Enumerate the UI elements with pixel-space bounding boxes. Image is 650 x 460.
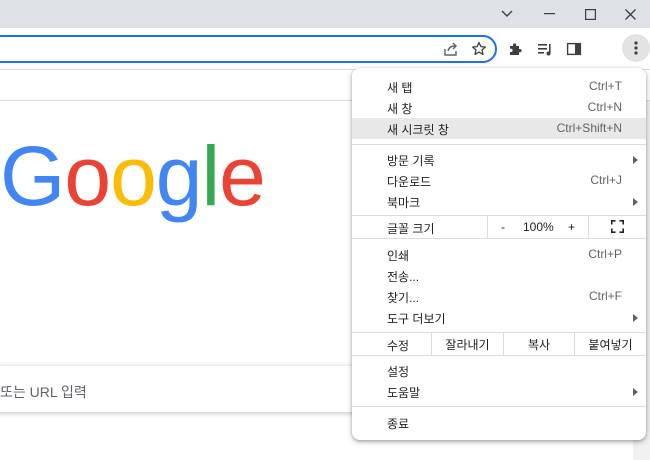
star-icon (472, 41, 486, 56)
menu-item-shortcut: Ctrl+F (589, 289, 622, 303)
menu-item-label: 설정 (387, 365, 410, 379)
menu-separator (352, 238, 646, 239)
zoom-divider (487, 216, 488, 238)
menu-item-label: 새 탭 (387, 81, 413, 95)
side-panel-icon (566, 42, 582, 56)
logo-letter: e (219, 129, 266, 223)
edit-row: 수정 잘라내기 복사 붙여넣기 (352, 333, 646, 355)
menu-item-bookmarks[interactable]: 북마크 (352, 191, 646, 212)
menu-separator (352, 144, 646, 145)
menu-item-label: 도구 더보기 (387, 312, 446, 326)
kebab-icon (634, 41, 638, 55)
logo-letter: o (110, 129, 157, 223)
menu-separator (352, 406, 646, 407)
zoom-value: 100% (523, 220, 554, 234)
menu-item-new-tab[interactable]: 새 탭 Ctrl+T (352, 76, 646, 97)
chevron-down-icon (501, 10, 513, 17)
puzzle-icon (510, 43, 522, 55)
media-queue-icon (538, 44, 551, 56)
chrome-menu: 새 탭 Ctrl+T 새 창 Ctrl+N 새 시크릿 창 Ctrl+Shift… (352, 68, 646, 440)
toolbar (0, 28, 650, 70)
share-icon (444, 42, 457, 56)
menu-item-label: 새 창 (387, 102, 413, 116)
close-button[interactable] (609, 0, 650, 28)
minimize-button[interactable] (528, 0, 570, 28)
menu-item-shortcut: Ctrl+P (588, 247, 622, 261)
menu-item-label: 방문 기록 (387, 154, 435, 168)
logo-letter: g (155, 129, 203, 223)
chrome-menu-button[interactable] (622, 34, 650, 62)
menu-item-new-window[interactable]: 새 창 Ctrl+N (352, 97, 646, 118)
menu-item-find[interactable]: 찾기... Ctrl+F (352, 286, 646, 307)
menu-item-shortcut: Ctrl+J (590, 173, 622, 187)
zoom-row: 글꼴 크기 - 100% + (352, 216, 646, 238)
media-control-button[interactable] (535, 39, 555, 59)
menu-item-more-tools[interactable]: 도구 더보기 (352, 307, 646, 328)
cut-button[interactable]: 잘라내기 (431, 333, 503, 355)
menu-item-cast[interactable]: 전송... (352, 265, 646, 286)
submenu-arrow-icon (633, 156, 638, 164)
menu-item-shortcut: Ctrl+T (589, 79, 622, 93)
logo-letter: l (201, 129, 221, 223)
zoom-out-button[interactable]: - (501, 220, 505, 234)
menu-item-downloads[interactable]: 다운로드 Ctrl+J (352, 170, 646, 191)
menu-item-label: 인쇄 (387, 249, 410, 263)
search-placeholder: 또는 URL 입력 (0, 384, 87, 400)
submenu-arrow-icon (633, 388, 638, 396)
extensions-button[interactable] (506, 39, 526, 59)
title-bar (0, 0, 650, 28)
share-button[interactable] (441, 39, 461, 59)
menu-item-label: 찾기... (387, 291, 420, 305)
menu-item-help[interactable]: 도움말 (352, 381, 646, 402)
google-logo: Google (0, 134, 266, 218)
tab-search-button[interactable] (486, 0, 528, 28)
menu-separator (352, 355, 646, 356)
logo-letter: o (64, 129, 111, 223)
menu-item-new-incognito-window[interactable]: 새 시크릿 창 Ctrl+Shift+N (352, 118, 646, 139)
menu-item-history[interactable]: 방문 기록 (352, 149, 646, 170)
menu-item-label: 북마크 (387, 196, 421, 210)
bookmark-star-button[interactable] (469, 39, 489, 59)
logo-letter: G (0, 129, 65, 223)
zoom-in-button[interactable]: + (568, 220, 575, 234)
side-panel-button[interactable] (564, 39, 584, 59)
submenu-arrow-icon (633, 198, 638, 206)
menu-item-label: 새 시크릿 창 (387, 123, 449, 137)
menu-item-label: 전송... (387, 270, 420, 284)
menu-item-label: 다운로드 (387, 175, 432, 189)
minimize-icon (543, 13, 555, 15)
maximize-button[interactable] (569, 0, 611, 28)
paste-button[interactable]: 붙여넣기 (574, 333, 646, 355)
menu-item-shortcut: Ctrl+N (587, 100, 622, 114)
copy-button[interactable]: 복사 (503, 333, 574, 355)
submenu-arrow-icon (633, 314, 638, 322)
menu-item-settings[interactable]: 설정 (352, 360, 646, 381)
menu-item-label: 종료 (387, 417, 410, 431)
zoom-label: 글꼴 크기 (387, 222, 435, 236)
edit-label: 수정 (387, 339, 410, 353)
menu-item-print[interactable]: 인쇄 Ctrl+P (352, 244, 646, 265)
fullscreen-button[interactable] (588, 216, 646, 238)
address-bar[interactable] (0, 35, 497, 63)
menu-item-exit[interactable]: 종료 (352, 412, 646, 433)
close-icon (624, 8, 636, 20)
menu-item-shortcut: Ctrl+Shift+N (556, 121, 622, 135)
menu-item-label: 도움말 (387, 386, 421, 400)
maximize-icon (584, 8, 596, 20)
fullscreen-icon (611, 220, 624, 233)
